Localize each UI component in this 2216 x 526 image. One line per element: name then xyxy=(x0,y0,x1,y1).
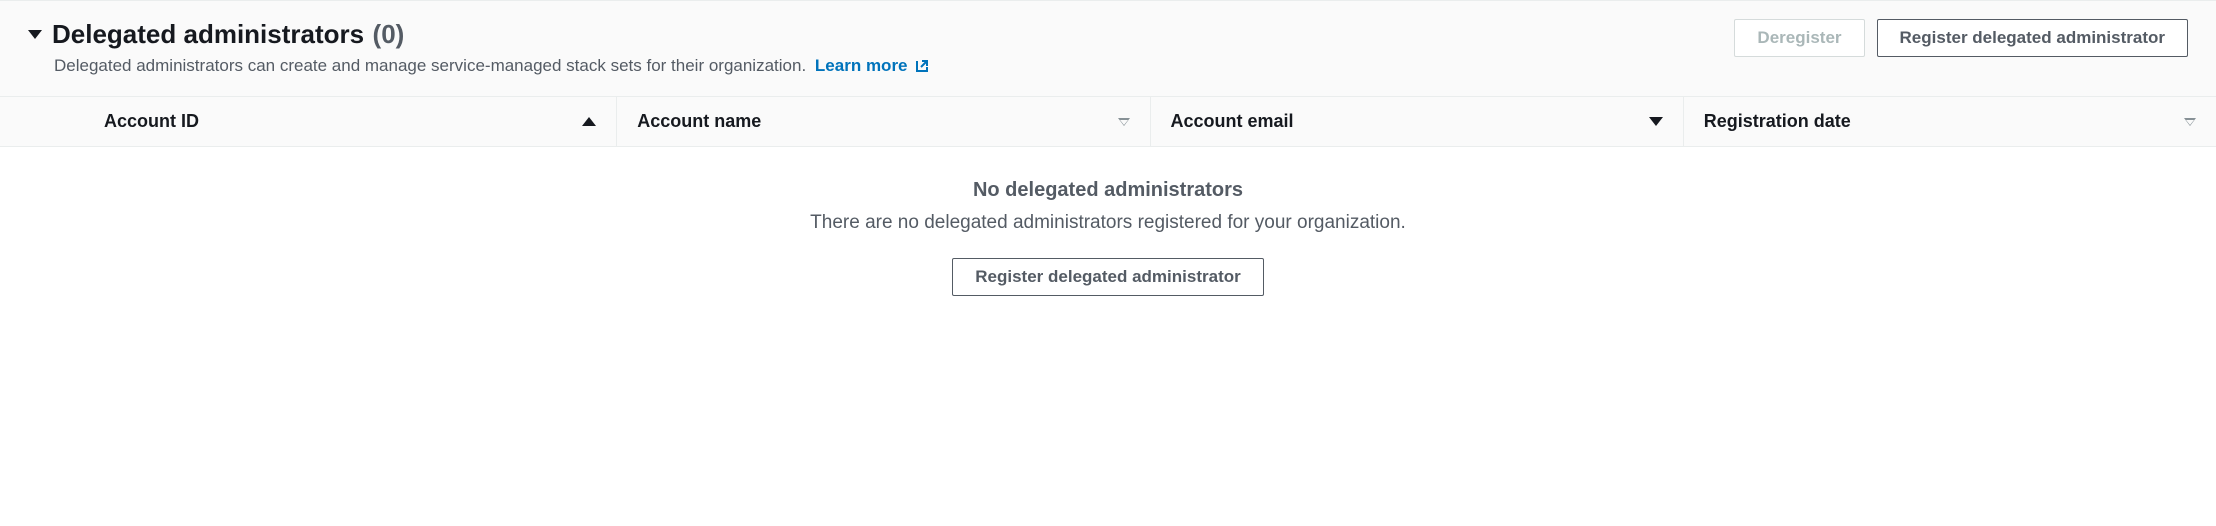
column-account-name[interactable]: Account name xyxy=(616,97,1149,146)
header-actions: Deregister Register delegated administra… xyxy=(1734,19,2188,57)
panel-title-count: (0) xyxy=(373,19,405,49)
learn-more-text: Learn more xyxy=(815,56,908,76)
column-account-id[interactable]: Account ID xyxy=(0,97,616,146)
title-row: Delegated administrators (0) xyxy=(28,19,930,50)
column-label: Account name xyxy=(637,111,761,132)
column-label: Account ID xyxy=(104,111,199,132)
column-label: Account email xyxy=(1171,111,1294,132)
sort-icon xyxy=(2184,118,2196,126)
panel-description: Delegated administrators can create and … xyxy=(28,56,930,76)
panel-header: Delegated administrators (0) Delegated a… xyxy=(0,0,2216,97)
register-button[interactable]: Register delegated administrator xyxy=(1877,19,2188,57)
learn-more-link[interactable]: Learn more xyxy=(815,56,930,76)
column-registration-date[interactable]: Registration date xyxy=(1683,97,2216,146)
panel-title: Delegated administrators (0) xyxy=(52,19,404,50)
collapse-caret-icon[interactable] xyxy=(28,30,42,39)
empty-register-button[interactable]: Register delegated administrator xyxy=(952,258,1263,296)
empty-state: No delegated administrators There are no… xyxy=(0,147,2216,336)
empty-title: No delegated administrators xyxy=(20,179,2196,202)
column-label: Registration date xyxy=(1704,111,1851,132)
column-account-email[interactable]: Account email xyxy=(1150,97,1683,146)
sort-desc-icon xyxy=(1649,117,1663,126)
empty-description: There are no delegated administrators re… xyxy=(20,212,2196,234)
panel-title-text: Delegated administrators xyxy=(52,19,364,49)
sort-asc-icon xyxy=(582,117,596,126)
external-link-icon xyxy=(914,58,930,74)
description-text: Delegated administrators can create and … xyxy=(54,56,806,75)
deregister-button: Deregister xyxy=(1734,19,1864,57)
table-header-row: Account ID Account name Account email Re… xyxy=(0,97,2216,147)
title-block: Delegated administrators (0) Delegated a… xyxy=(28,19,930,76)
sort-icon xyxy=(1118,118,1130,126)
